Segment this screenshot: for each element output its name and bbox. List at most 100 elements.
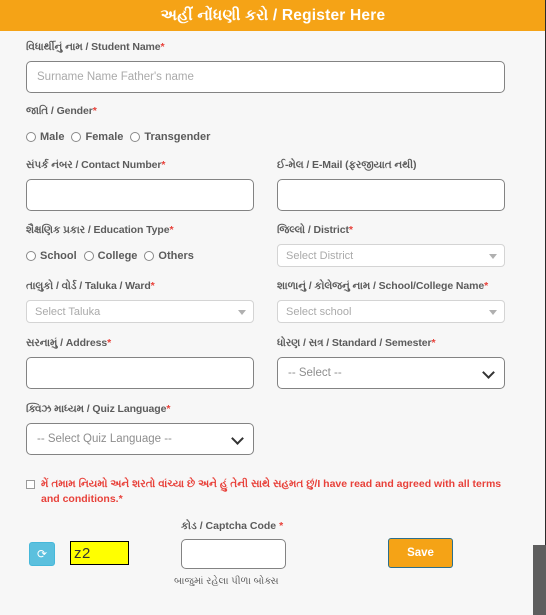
education-option-school[interactable]: School bbox=[26, 250, 77, 262]
contact-number-input[interactable] bbox=[26, 179, 254, 211]
education-type-radio-group: School College Others bbox=[26, 244, 254, 267]
registration-page: અહીં નોંધણી કરો / Register Here વિધાર્થી… bbox=[0, 0, 546, 615]
field-standard: ધોરણ / સત્ર / Standard / Semester* -- Se… bbox=[277, 337, 528, 389]
page-title: અહીં નોંધણી કરો / Register Here bbox=[160, 6, 386, 24]
radio-circle-icon bbox=[71, 131, 82, 142]
school-name-label-text: શાળાનું / કોલેજનું નામ / School/College … bbox=[277, 280, 485, 292]
field-email: ઈ-મેલ / E-Mail (ફરજીયાત નથી) bbox=[277, 159, 528, 211]
gender-radio-group: Male Female Transgender bbox=[26, 125, 505, 148]
field-address: સરનામું / Address* bbox=[26, 337, 277, 389]
radio-circle-icon bbox=[26, 250, 36, 261]
gender-label-text: જાતિ / Gender bbox=[26, 105, 93, 117]
standard-required: * bbox=[431, 337, 436, 349]
gender-required: * bbox=[92, 105, 97, 117]
page-header: અહીં નોંધણી કરો / Register Here bbox=[0, 0, 546, 31]
address-label: સરનામું / Address* bbox=[26, 337, 254, 350]
education-option-college-label: College bbox=[97, 249, 138, 262]
field-district: જિલ્લો / District* Select District bbox=[277, 224, 528, 267]
education-option-others[interactable]: Others bbox=[144, 249, 194, 262]
quiz-language-select-value: -- Select Quiz Language -- bbox=[37, 433, 172, 445]
field-education-type: શૈક્ષણિક પ્રકાર / Education Type* School… bbox=[26, 224, 277, 267]
chevron-down-icon bbox=[231, 432, 244, 445]
captcha-refresh-button[interactable]: ⟳ bbox=[29, 542, 55, 566]
contact-number-label: સંપર્ક નંબર / Contact Number* bbox=[26, 159, 254, 172]
district-label-text: જિલ્લો / District bbox=[277, 224, 349, 236]
taluka-school-row: તાલુકો / વોર્ડ / Taluka / Ward* Select T… bbox=[26, 280, 528, 323]
email-input[interactable] bbox=[277, 179, 505, 211]
captcha-hint: બાજુમાં રહેલા પીળા બોક્સ bbox=[174, 576, 279, 587]
terms-checkbox[interactable] bbox=[26, 480, 35, 489]
vertical-scrollbar[interactable] bbox=[533, 545, 546, 615]
student-name-required: * bbox=[160, 41, 165, 53]
taluka-select[interactable]: Select Taluka bbox=[26, 300, 254, 323]
gender-label: જાતિ / Gender* bbox=[26, 105, 505, 118]
terms-agreement[interactable]: મેં તમામ નિયમો અને શરતો વાંચ્યા છે અને હ… bbox=[26, 477, 528, 506]
radio-circle-icon bbox=[83, 250, 94, 261]
standard-select[interactable]: -- Select -- bbox=[277, 357, 505, 389]
save-button[interactable]: Save bbox=[388, 538, 453, 568]
address-label-text: સરનામું / Address bbox=[26, 337, 108, 349]
captcha-required: * bbox=[279, 520, 284, 532]
education-type-label-text: શૈક્ષણિક પ્રકાર / Education Type bbox=[26, 224, 170, 236]
gender-option-female-label: Female bbox=[85, 130, 124, 143]
contact-number-required: * bbox=[161, 159, 166, 171]
address-input[interactable] bbox=[26, 357, 254, 389]
quiz-language-label: ક્વિઝ માધ્યમ / Quiz Language* bbox=[26, 403, 254, 416]
captcha-code-text: z2 bbox=[74, 544, 91, 562]
address-required: * bbox=[107, 337, 112, 349]
field-quiz-language: ક્વિઝ માધ્યમ / Quiz Language* -- Select … bbox=[26, 403, 277, 455]
gender-option-male-label: Male bbox=[40, 130, 65, 143]
quiz-language-required: * bbox=[166, 403, 171, 415]
email-label-text: ઈ-મેલ / E-Mail (ફરજીયાત નથી) bbox=[277, 159, 417, 171]
gender-option-transgender[interactable]: Transgender bbox=[130, 131, 210, 143]
captcha-label-text: કોડ / Captcha Code bbox=[181, 520, 277, 532]
district-required: * bbox=[348, 224, 353, 236]
taluka-label: તાલુકો / વોર્ડ / Taluka / Ward* bbox=[26, 280, 254, 293]
captcha-input[interactable] bbox=[181, 539, 286, 569]
quiz-language-spacer bbox=[277, 403, 528, 455]
refresh-icon: ⟳ bbox=[36, 547, 48, 561]
email-label: ઈ-મેલ / E-Mail (ફરજીયાત નથી) bbox=[277, 159, 505, 172]
school-name-required: * bbox=[484, 280, 489, 292]
chevron-down-icon bbox=[482, 366, 495, 379]
captcha-section: ⟳ z2 કોડ / Captcha Code * બાજુમાં રહેલા … bbox=[26, 520, 528, 590]
student-name-input[interactable] bbox=[26, 61, 505, 93]
radio-circle-icon bbox=[130, 131, 141, 142]
education-type-label: શૈક્ષણિક પ્રકાર / Education Type* bbox=[26, 224, 254, 237]
gender-option-transgender-label: Transgender bbox=[144, 130, 211, 143]
district-select-value: Select District bbox=[286, 249, 354, 262]
captcha-label: કોડ / Captcha Code * bbox=[181, 520, 283, 533]
contact-email-row: સંપર્ક નંબર / Contact Number* ઈ-મેલ / E-… bbox=[26, 159, 528, 211]
district-select[interactable]: Select District bbox=[277, 244, 505, 267]
education-option-school-label: School bbox=[40, 249, 77, 262]
chevron-down-icon bbox=[489, 309, 497, 315]
field-student-name: વિધાર્થીનું નામ / Student Name* bbox=[26, 41, 528, 93]
taluka-select-value: Select Taluka bbox=[35, 305, 101, 318]
save-button-label: Save bbox=[407, 547, 434, 559]
education-type-required: * bbox=[169, 224, 174, 236]
radio-circle-icon bbox=[26, 131, 36, 142]
school-name-select-value: Select school bbox=[286, 305, 352, 318]
quiz-language-select[interactable]: -- Select Quiz Language -- bbox=[26, 423, 254, 455]
address-standard-row: સરનામું / Address* ધોરણ / સત્ર / Standar… bbox=[26, 337, 528, 389]
taluka-label-text: તાલુકો / વોર્ડ / Taluka / Ward bbox=[26, 280, 151, 292]
student-name-label-text: વિધાર્થીનું નામ / Student Name bbox=[26, 41, 161, 53]
education-option-college[interactable]: College bbox=[83, 249, 138, 262]
standard-label-text: ધોરણ / સત્ર / Standard / Semester bbox=[277, 337, 432, 349]
taluka-required: * bbox=[150, 280, 155, 292]
terms-text: મેં તમામ નિયમો અને શરતો વાંચ્યા છે અને હ… bbox=[41, 478, 502, 505]
education-option-others-label: Others bbox=[158, 249, 194, 262]
gender-option-male[interactable]: Male bbox=[26, 131, 64, 143]
field-contact-number: સંપર્ક નંબર / Contact Number* bbox=[26, 159, 277, 211]
field-taluka: તાલુકો / વોર્ડ / Taluka / Ward* Select T… bbox=[26, 280, 277, 323]
chevron-down-icon bbox=[238, 309, 246, 315]
registration-form: વિધાર્થીનું નામ / Student Name* જાતિ / G… bbox=[0, 31, 546, 590]
district-label: જિલ્લો / District* bbox=[277, 224, 505, 237]
quiz-language-label-text: ક્વિઝ માધ્યમ / Quiz Language bbox=[26, 403, 167, 415]
gender-option-female[interactable]: Female bbox=[71, 131, 123, 143]
radio-circle-icon bbox=[144, 250, 155, 261]
student-name-label: વિધાર્થીનું નામ / Student Name* bbox=[26, 41, 505, 54]
field-gender: જાતિ / Gender* Male Female Transgender bbox=[26, 105, 528, 148]
quiz-language-row: ક્વિઝ માધ્યમ / Quiz Language* -- Select … bbox=[26, 403, 528, 455]
school-name-select[interactable]: Select school bbox=[277, 300, 505, 323]
